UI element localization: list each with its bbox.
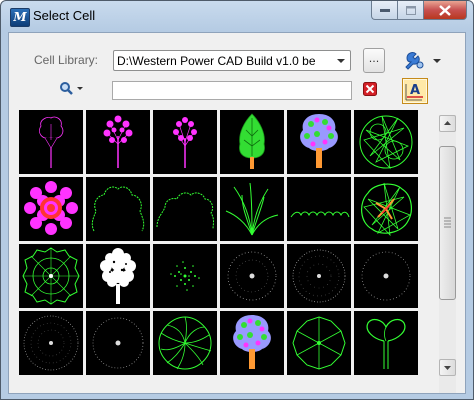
close-button[interactable] xyxy=(423,1,467,20)
cell-preview-17[interactable] xyxy=(287,244,351,308)
window-title: Select Cell xyxy=(33,8,96,23)
maximize-button[interactable] xyxy=(397,1,423,20)
flower-magenta-pink-icon xyxy=(24,181,78,235)
dialog-body: Cell Library: D:\Western Power CAD Build… xyxy=(8,32,466,394)
cell-preview-7[interactable] xyxy=(19,177,83,241)
speckled-circle-icon xyxy=(292,249,346,303)
cell-library-dropdown[interactable]: D:\Western Power CAD Build v1.0 be xyxy=(113,50,351,71)
dotted-ring-icon xyxy=(92,317,144,369)
scroll-down-button[interactable] xyxy=(439,359,456,376)
cell-preview-21[interactable] xyxy=(153,311,217,375)
scrollbar-thumb[interactable] xyxy=(439,146,456,300)
microstation-app-icon: M xyxy=(10,8,30,27)
chevron-down-icon xyxy=(337,59,345,63)
vertical-scrollbar[interactable] xyxy=(439,115,456,393)
cell-preview-18[interactable] xyxy=(354,244,418,308)
ground-cover-line-icon xyxy=(290,211,350,218)
shrub-green-orange-icon xyxy=(361,182,412,237)
grip-icon xyxy=(444,217,451,228)
tree-plan-rings-icon xyxy=(22,247,80,305)
speckled-large-circle-icon xyxy=(23,315,79,371)
tree-magenta-filled-icon xyxy=(103,115,133,168)
grass-tuft-green-icon xyxy=(225,182,279,236)
wagon-wheel-plan-icon xyxy=(292,316,346,370)
select-cell-window: M Select Cell Cell Library: D:\Western P… xyxy=(0,0,474,400)
cell-preview-24[interactable] xyxy=(354,311,418,375)
cell-preview-5[interactable] xyxy=(287,110,351,174)
tree-white-icon xyxy=(100,248,136,304)
cell-preview-3[interactable] xyxy=(153,110,217,174)
cell-preview-10[interactable] xyxy=(220,177,284,241)
dotted-circle-icon xyxy=(227,251,277,301)
minimize-icon xyxy=(379,9,390,12)
cell-preview-12[interactable] xyxy=(354,177,418,241)
cell-preview-6[interactable] xyxy=(354,110,418,174)
cell-preview-22[interactable] xyxy=(220,311,284,375)
cell-preview-grid xyxy=(11,107,437,391)
cell-preview-2[interactable] xyxy=(86,110,150,174)
close-icon xyxy=(439,4,451,16)
palm-sprout-green-icon xyxy=(366,318,406,369)
minimize-button[interactable] xyxy=(371,1,397,20)
cell-preview-20[interactable] xyxy=(86,311,150,375)
settings-wrench-icon[interactable] xyxy=(403,50,443,72)
cell-preview-14[interactable] xyxy=(86,244,150,308)
cell-view-mode-icon[interactable]: A xyxy=(402,78,428,104)
conifer-green-icon xyxy=(239,113,265,169)
cell-library-value: D:\Western Power CAD Build v1.0 be xyxy=(117,54,316,68)
tree-outline-magenta-icon xyxy=(39,116,64,168)
bush-outline-green-icon xyxy=(91,186,145,232)
cell-preview-8[interactable] xyxy=(86,177,150,241)
cell-preview-16[interactable] xyxy=(220,244,284,308)
tree-colored-canopy-2-icon xyxy=(233,315,271,369)
dotted-circle-small-icon xyxy=(361,251,411,301)
arrow-down-icon xyxy=(444,366,451,370)
cell-preview-15[interactable] xyxy=(153,244,217,308)
search-icon[interactable] xyxy=(59,81,85,99)
window-controls xyxy=(371,1,467,21)
cell-preview-4[interactable] xyxy=(220,110,284,174)
arrow-up-icon xyxy=(444,121,451,125)
shrub-green-scribble-icon xyxy=(359,115,413,170)
tree-colored-canopy-icon xyxy=(300,114,338,168)
browse-button[interactable]: ... xyxy=(363,48,385,73)
cell-preview-11[interactable] xyxy=(287,177,351,241)
svg-text:A: A xyxy=(410,83,420,98)
clear-filter-icon[interactable] xyxy=(363,82,377,96)
cell-library-label: Cell Library: xyxy=(34,53,99,67)
cell-preview-19[interactable] xyxy=(19,311,83,375)
cell-preview-1[interactable] xyxy=(19,110,83,174)
cell-preview-23[interactable] xyxy=(287,311,351,375)
cell-preview-9[interactable] xyxy=(153,177,217,241)
filter-input[interactable] xyxy=(112,81,352,100)
title-bar[interactable]: M Select Cell xyxy=(1,1,473,32)
tree-magenta-small-icon xyxy=(173,117,197,168)
radial-branch-plan-icon xyxy=(158,316,212,370)
dot-cluster-icon xyxy=(170,261,200,291)
maximize-icon xyxy=(405,5,416,15)
scroll-up-button[interactable] xyxy=(439,115,456,132)
cell-preview-13[interactable] xyxy=(19,244,83,308)
hedge-outline-green-icon xyxy=(156,192,214,230)
